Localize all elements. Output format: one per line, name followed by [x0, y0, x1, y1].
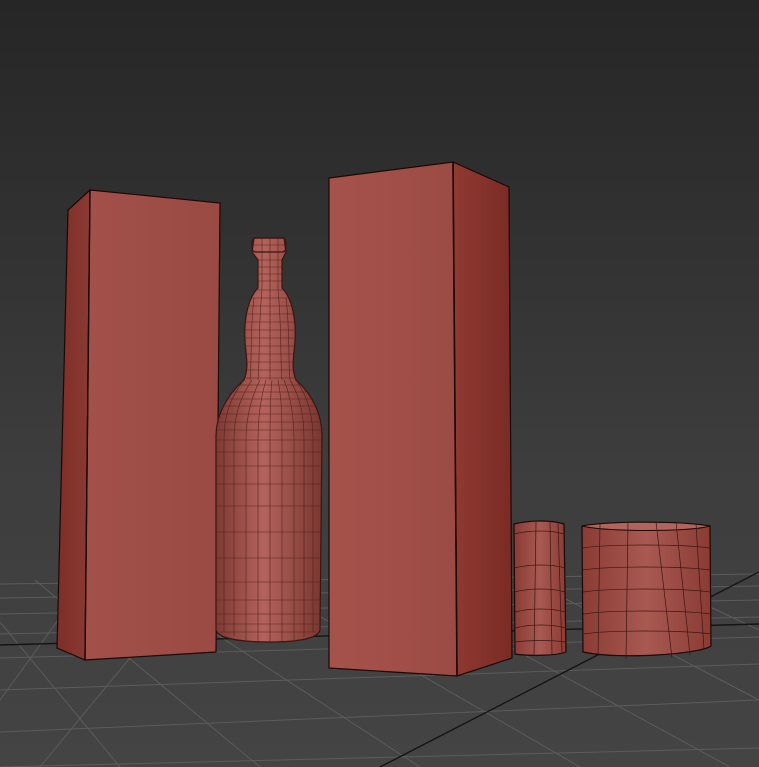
3d-viewport[interactable] — [0, 0, 759, 767]
glass-large[interactable] — [581, 521, 712, 660]
glass-small[interactable] — [513, 520, 567, 656]
box-center-side — [452, 161, 513, 677]
bottle[interactable] — [215, 237, 323, 643]
glass-small-body — [513, 520, 567, 656]
viewport-scene[interactable] — [0, 0, 759, 767]
glass-large-rim — [581, 521, 711, 531]
box-center-front — [328, 161, 458, 677]
box-left[interactable] — [56, 188, 221, 661]
box-left-front — [84, 189, 221, 661]
box-center[interactable] — [328, 161, 513, 677]
